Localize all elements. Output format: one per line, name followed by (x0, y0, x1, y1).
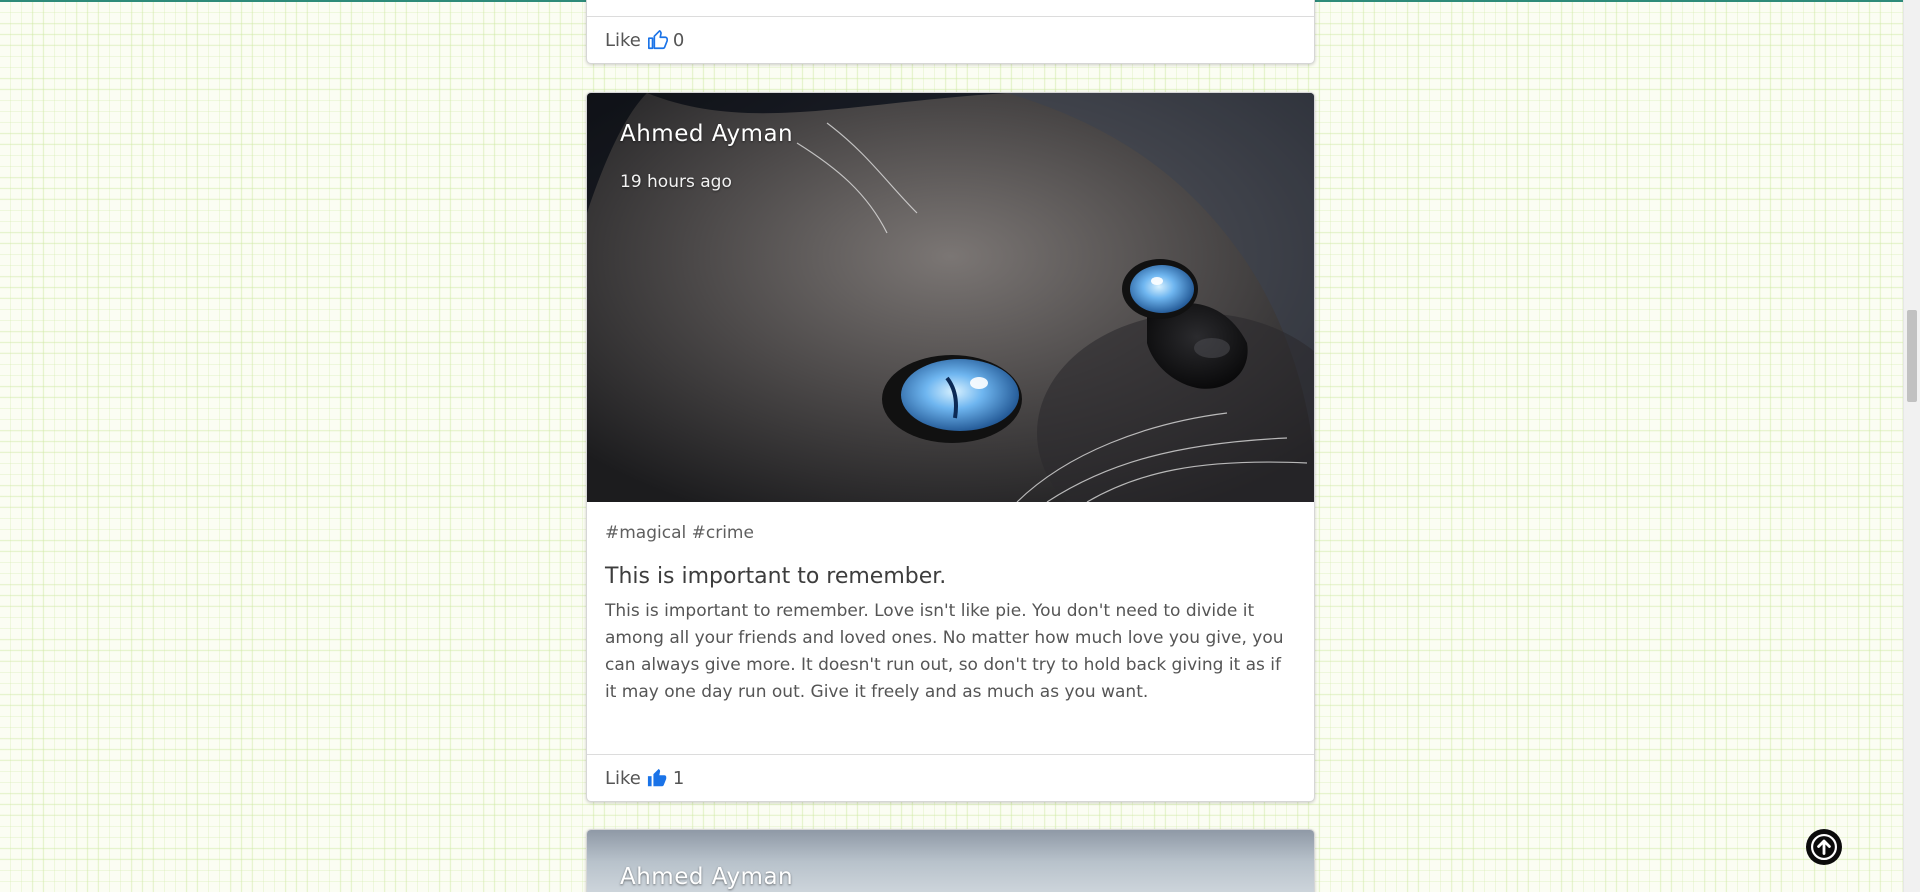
like-count: 1 (672, 767, 685, 789)
thumbs-up-filled-icon[interactable] (647, 767, 669, 789)
page-scrollbar[interactable] (1903, 0, 1920, 892)
post-footer: Like 1 (587, 754, 1314, 801)
post-card: Ahmed Ayman (586, 829, 1315, 892)
like-count: 0 (672, 29, 685, 51)
post-author[interactable]: Ahmed Ayman (620, 864, 793, 890)
post-text: This is important to remember. Love isn'… (605, 601, 1284, 702)
post-card: Like 0 (586, 0, 1315, 64)
like-button[interactable]: Like (605, 30, 641, 51)
post-title: This is important to remember. (605, 564, 947, 589)
post-footer: Like 0 (587, 16, 1314, 63)
post-author[interactable]: Ahmed Ayman (620, 121, 793, 147)
post-card: Ahmed Ayman 19 hours ago #magical #crime… (586, 92, 1315, 802)
cat-image (587, 93, 1314, 502)
scrollbar-thumb[interactable] (1907, 310, 1917, 402)
scroll-to-top-button[interactable] (1806, 829, 1842, 865)
arrow-up-icon (1811, 834, 1837, 860)
post-time: 19 hours ago (620, 172, 732, 192)
post-tags[interactable]: #magical #crime (605, 523, 1296, 543)
thumbs-up-outline-icon[interactable] (647, 29, 669, 51)
like-button[interactable]: Like (605, 768, 641, 789)
post-body: #magical #crime This is important to rem… (587, 502, 1314, 706)
post-image: Ahmed Ayman 19 hours ago (587, 93, 1314, 502)
